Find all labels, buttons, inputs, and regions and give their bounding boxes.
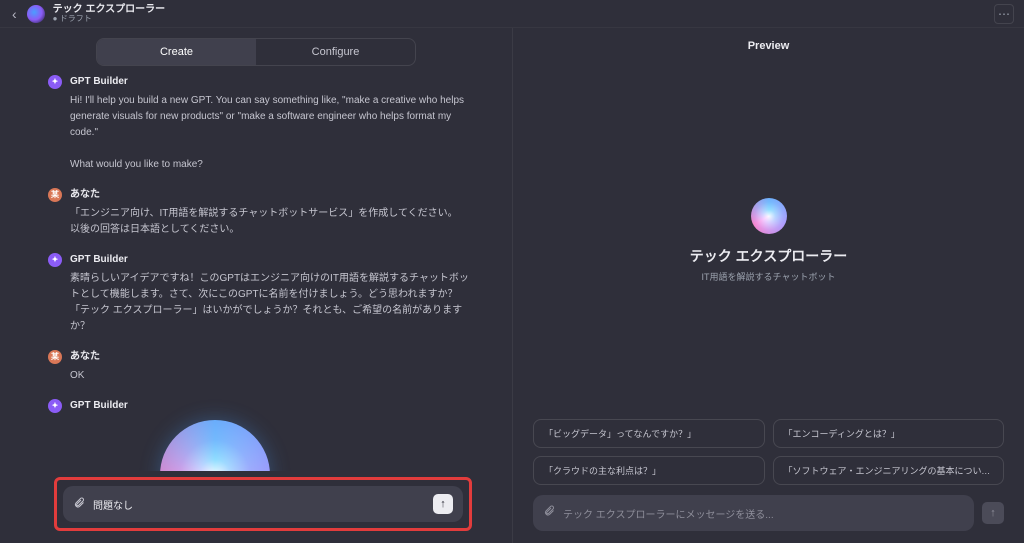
suggestion-chips: 「ビッグデータ」ってなんですか？」 「エンコーディングとは？」 「クラウドの主な… bbox=[533, 419, 1004, 485]
input-highlight-box: 問題なし ↑ bbox=[54, 477, 472, 531]
preview-input-placeholder: テック エクスプローラーにメッセージを送る... bbox=[563, 506, 964, 521]
builder-panel: Create Configure ✦ GPT Builder Hi! I'll … bbox=[0, 28, 512, 543]
preview-send-button[interactable]: ↑ bbox=[982, 502, 1004, 524]
preview-heading: Preview bbox=[533, 40, 1004, 52]
tab-create[interactable]: Create bbox=[97, 39, 256, 65]
avatar-gpt-icon: ✦ bbox=[48, 253, 62, 267]
message-body: 素晴らしいアイデアですね！このGPTはエンジニア向けのIT用語を解説するチャット… bbox=[70, 271, 472, 335]
avatar-user-icon: 某 bbox=[48, 188, 62, 202]
avatar-gpt-icon: ✦ bbox=[48, 75, 62, 89]
send-button[interactable]: ↑ bbox=[433, 494, 453, 514]
suggestion-chip[interactable]: 「ビッグデータ」ってなんですか？」 bbox=[533, 419, 765, 448]
message: ✦ GPT Builder 素晴らしいアイデアですね！このGPTはエンジニア向け… bbox=[70, 252, 472, 335]
message: 某 あなた OK bbox=[70, 349, 472, 384]
conversation: ✦ GPT Builder Hi! I'll help you build a … bbox=[0, 74, 512, 471]
draft-status: ● ドラフト bbox=[53, 15, 165, 24]
message-body: OK bbox=[70, 368, 472, 384]
generated-profile-image bbox=[160, 420, 270, 471]
builder-tabs: Create Configure bbox=[96, 38, 416, 66]
attachment-icon[interactable] bbox=[543, 504, 555, 522]
message-body: Hi! I'll help you build a new GPT. You c… bbox=[70, 93, 472, 173]
message-author: GPT Builder bbox=[70, 398, 472, 414]
preview-avatar bbox=[751, 198, 787, 234]
message-body: 「エンジニア向け、IT用語を解説するチャットボットサービス」を作成してください。… bbox=[70, 206, 472, 238]
message-author: あなた bbox=[70, 349, 472, 365]
message-input-bar[interactable]: 問題なし ↑ bbox=[63, 486, 463, 522]
message: 某 あなた 「エンジニア向け、IT用語を解説するチャットボットサービス」を作成し… bbox=[70, 187, 472, 238]
message-author: GPT Builder bbox=[70, 74, 472, 90]
app-header: ‹ テック エクスプローラー ● ドラフト ⋯ bbox=[0, 0, 1024, 28]
message-author: GPT Builder bbox=[70, 252, 472, 268]
avatar-gpt-icon: ✦ bbox=[48, 399, 62, 413]
preview-panel: Preview テック エクスプローラー IT用語を解説するチャットボット 「ビ… bbox=[512, 28, 1024, 543]
message: ✦ GPT Builder こちらが「テック エクスプローラー」のプロフィール写… bbox=[70, 398, 472, 471]
page-title: テック エクスプローラー bbox=[53, 4, 165, 15]
avatar-user-icon: 某 bbox=[48, 350, 62, 364]
suggestion-chip[interactable]: 「エンコーディングとは？」 bbox=[773, 419, 1005, 448]
suggestion-chip[interactable]: 「クラウドの主な利点は？」 bbox=[533, 456, 765, 485]
menu-button[interactable]: ⋯ bbox=[994, 4, 1014, 24]
attachment-icon[interactable] bbox=[73, 497, 85, 512]
gpt-avatar-small bbox=[27, 5, 45, 23]
preview-gpt-desc: IT用語を解説するチャットボット bbox=[702, 270, 836, 283]
preview-message-input[interactable]: テック エクスプローラーにメッセージを送る... bbox=[533, 495, 974, 531]
back-button[interactable]: ‹ bbox=[10, 4, 19, 24]
message-author: あなた bbox=[70, 187, 472, 203]
header-titles: テック エクスプローラー ● ドラフト bbox=[53, 4, 165, 24]
main-split: Create Configure ✦ GPT Builder Hi! I'll … bbox=[0, 28, 1024, 543]
message: ✦ GPT Builder Hi! I'll help you build a … bbox=[70, 74, 472, 173]
preview-gpt-name: テック エクスプローラー bbox=[690, 246, 847, 266]
preview-content: テック エクスプローラー IT用語を解説するチャットボット bbox=[533, 62, 1004, 419]
message-input[interactable]: 問題なし bbox=[93, 497, 433, 512]
tab-configure[interactable]: Configure bbox=[256, 39, 415, 65]
suggestion-chip[interactable]: 「ソフトウェア・エンジニアリングの基本について教えてください。」 bbox=[773, 456, 1005, 485]
